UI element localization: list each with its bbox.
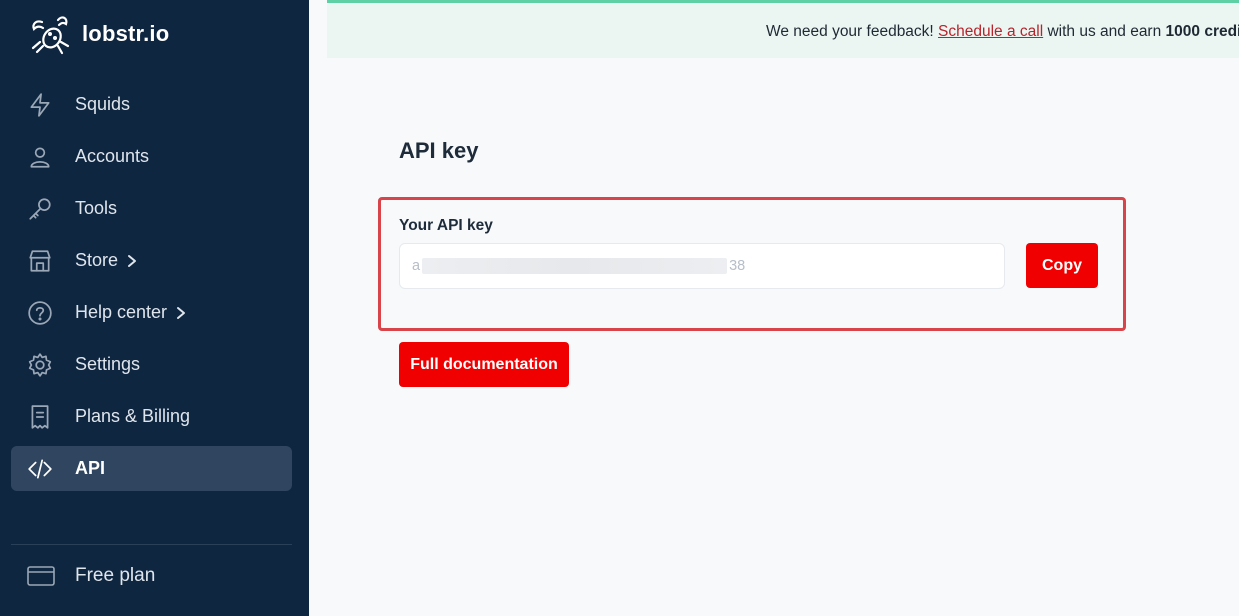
plan-indicator[interactable]: Free plan [27,565,155,587]
receipt-icon [27,404,53,430]
card-icon [27,566,55,586]
sidebar-item-tools[interactable]: Tools [11,186,292,231]
api-key-label: Your API key [399,217,493,234]
banner-text: We need your feedback! Schedule a call w… [766,23,1239,41]
store-icon [27,248,53,274]
lobster-logo-icon [31,16,70,55]
sidebar-item-settings[interactable]: Settings [11,342,292,387]
sidebar-item-label: Help center [75,302,168,322]
banner-middle: with us and earn [1043,23,1166,40]
gear-icon [27,352,53,378]
sidebar-item-label: Store [75,250,119,270]
sidebar-item-help-center[interactable]: Help center [11,290,292,335]
code-icon [27,456,53,482]
sidebar-item-label: Tools [75,198,118,218]
sidebar-nav: Squids Accounts Tools Store Help center … [11,82,292,498]
sidebar: lobstr.io Squids Accounts Tools Store He… [0,0,309,616]
sidebar-divider [11,544,292,545]
bolt-icon [27,92,53,118]
plan-label: Free plan [75,565,156,586]
sidebar-item-store[interactable]: Store [11,238,292,283]
page-title: API key [399,138,479,163]
feedback-banner: We need your feedback! Schedule a call w… [327,0,1239,58]
sidebar-item-squids[interactable]: Squids [11,82,292,127]
api-key-value-end: 38 [729,258,746,274]
sidebar-item-label: API [75,458,106,478]
key-icon [27,196,53,222]
api-key-value-start: a [412,258,421,274]
sidebar-item-label: Settings [75,354,141,374]
brand-name: lobstr.io [82,21,170,46]
chevron-right-icon [126,254,138,268]
full-documentation-button[interactable]: Full documentation [399,342,569,387]
api-key-card: Your API key a 38 Copy [378,197,1126,331]
sidebar-item-label: Squids [75,94,131,114]
sidebar-item-api[interactable]: API [11,446,292,491]
banner-prefix: We need your feedback! [766,23,939,40]
help-icon [27,300,53,326]
banner-credits: 1000 credi [1165,23,1239,40]
schedule-call-link[interactable]: Schedule a call [938,23,1043,40]
sidebar-item-label: Accounts [75,146,150,166]
api-key-field[interactable]: a 38 [399,243,1005,289]
sidebar-item-plans-billing[interactable]: Plans & Billing [11,394,292,439]
copy-button[interactable]: Copy [1026,243,1098,288]
api-key-redacted [422,258,728,274]
sidebar-item-accounts[interactable]: Accounts [11,134,292,179]
brand[interactable]: lobstr.io [28,12,169,56]
sidebar-item-label: Plans & Billing [75,406,191,426]
chevron-right-icon [175,306,187,320]
user-icon [27,144,53,170]
